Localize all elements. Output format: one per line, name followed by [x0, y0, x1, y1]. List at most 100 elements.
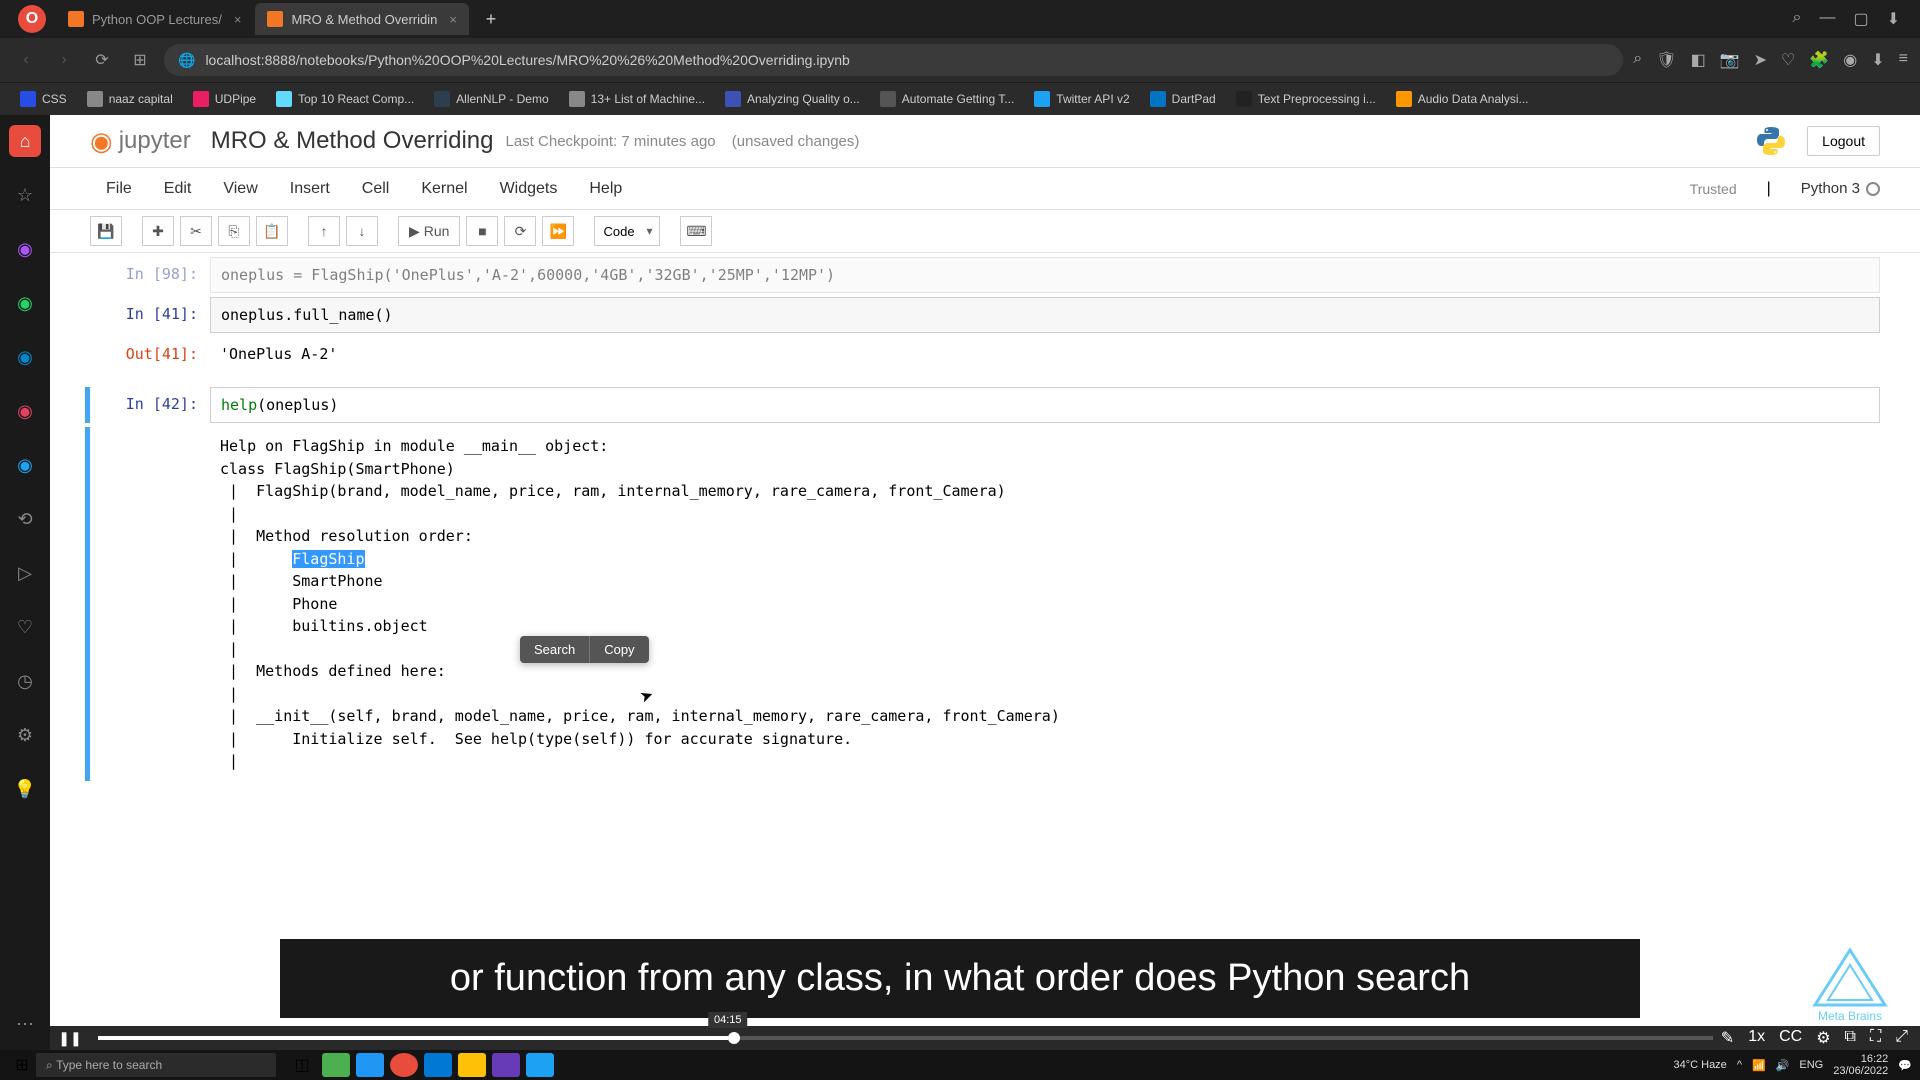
notebook-body[interactable]: In [98]: oneplus = FlagShip('OnePlus','A… — [50, 253, 1920, 1028]
start-button[interactable]: ⊞ — [8, 1053, 36, 1077]
app-icon[interactable] — [458, 1053, 486, 1077]
search-option[interactable]: Search — [520, 636, 590, 663]
more-icon[interactable]: ⋯ — [9, 1008, 41, 1040]
menu-insert[interactable]: Insert — [274, 172, 346, 206]
reload-button[interactable]: ⟳ — [88, 46, 116, 74]
bookmark-udpipe[interactable]: UDPipe — [185, 87, 264, 111]
taskbar-clock[interactable]: 16:22 23/06/2022 — [1833, 1053, 1888, 1077]
weather-widget[interactable]: 34°C Haze — [1673, 1059, 1726, 1071]
command-palette-button[interactable]: ⌨ — [680, 216, 712, 246]
add-cell-button[interactable]: ✚ — [142, 216, 174, 246]
back-button[interactable]: ‹ — [12, 46, 40, 74]
taskbar-search[interactable]: ⌕ Type here to search — [36, 1053, 276, 1077]
search-icon[interactable]: ⌕ — [1793, 9, 1802, 29]
cell-code[interactable]: help(oneplus) — [210, 387, 1880, 423]
language-icon[interactable]: ENG — [1799, 1059, 1823, 1071]
shield-icon[interactable]: 🛡 — [1656, 50, 1676, 70]
move-down-button[interactable]: ↓ — [346, 216, 378, 246]
bookmark-text-prep[interactable]: Text Preprocessing i... — [1228, 87, 1384, 111]
messenger-icon[interactable]: ◉ — [9, 233, 41, 265]
fullscreen-icon[interactable]: ⤢ — [1895, 1028, 1908, 1048]
mark-icon[interactable]: ✎ — [1721, 1028, 1734, 1048]
app-icon[interactable] — [322, 1053, 350, 1077]
download-icon[interactable]: ⬇ — [1871, 50, 1884, 70]
instagram-icon[interactable]: ◉ — [9, 395, 41, 427]
close-icon[interactable]: × — [234, 12, 242, 27]
bulb-icon[interactable]: 💡 — [9, 773, 41, 805]
pause-button[interactable]: ❚❚ — [50, 1026, 90, 1050]
menu-help[interactable]: Help — [573, 172, 638, 206]
menu-edit[interactable]: Edit — [148, 172, 208, 206]
bookmark-ml-list[interactable]: 13+ List of Machine... — [561, 87, 713, 111]
kernel-name[interactable]: Python 3 — [1801, 180, 1880, 197]
close-icon[interactable]: × — [449, 12, 457, 27]
menu-icon[interactable]: ≡ — [1899, 50, 1908, 70]
app-icon[interactable] — [356, 1053, 384, 1077]
logout-button[interactable]: Logout — [1807, 126, 1880, 156]
whatsapp-icon[interactable]: ◉ — [9, 287, 41, 319]
bookmark-css[interactable]: CSS — [12, 87, 75, 111]
play-icon[interactable]: ▷ — [9, 557, 41, 589]
cell-code[interactable]: oneplus = FlagShip('OnePlus','A-2',60000… — [210, 257, 1880, 293]
gear-icon[interactable]: ⚙ — [9, 719, 41, 751]
opera-icon[interactable]: O — [18, 5, 46, 33]
minimize-icon[interactable]: — — [1819, 9, 1835, 29]
app-icon[interactable] — [526, 1053, 554, 1077]
bookmark-allennlp[interactable]: AllenNLP - Demo — [426, 87, 556, 111]
cc-icon[interactable]: CC — [1779, 1028, 1802, 1048]
bookmark-automate[interactable]: Automate Getting T... — [872, 87, 1023, 111]
celltype-select[interactable]: Code — [594, 216, 660, 246]
menu-widgets[interactable]: Widgets — [484, 172, 574, 206]
tab-python-oop[interactable]: Python OOP Lectures/ × — [56, 3, 253, 35]
twitter-icon[interactable]: ◉ — [9, 449, 41, 481]
code-cell[interactable]: In [41]: oneplus.full_name() — [90, 297, 1880, 333]
save-button[interactable]: 💾 — [90, 216, 122, 246]
stop-button[interactable]: ■ — [466, 216, 498, 246]
camera-icon[interactable]: 📷 — [1720, 50, 1740, 70]
history-icon[interactable]: ⟲ — [9, 503, 41, 535]
bookmark-quality[interactable]: Analyzing Quality o... — [717, 87, 868, 111]
notebook-title[interactable]: MRO & Method Overriding — [211, 127, 494, 155]
gear-icon[interactable]: ⚙ — [1816, 1028, 1830, 1048]
paste-button[interactable]: 📋 — [256, 216, 288, 246]
bookmark-audio[interactable]: Audio Data Analysi... — [1388, 87, 1537, 111]
tab-mro[interactable]: MRO & Method Overridin × — [255, 3, 469, 35]
bookmark-dartpad[interactable]: DartPad — [1142, 87, 1224, 111]
1x-icon[interactable]: 1x — [1748, 1028, 1765, 1048]
cell-code[interactable]: oneplus.full_name() — [210, 297, 1880, 333]
code-cell-selected[interactable]: In [42]: help(oneplus) — [85, 387, 1880, 423]
new-tab-button[interactable]: + — [479, 9, 503, 30]
bookmark-react[interactable]: Top 10 React Comp... — [268, 87, 422, 111]
profile-icon[interactable]: ◉ — [1843, 50, 1857, 70]
menu-file[interactable]: File — [90, 172, 148, 206]
app-icon[interactable] — [390, 1053, 418, 1077]
url-field[interactable]: 🌐 localhost:8888/notebooks/Python%20OOP%… — [164, 44, 1623, 76]
maximize-icon[interactable]: ▢ — [1853, 9, 1868, 29]
notification-icon[interactable]: 💬 — [1898, 1059, 1912, 1072]
clock-icon[interactable]: ◷ — [9, 665, 41, 697]
run-button[interactable]: ▶ Run — [398, 216, 460, 246]
code-cell[interactable]: In [98]: oneplus = FlagShip('OnePlus','A… — [90, 257, 1880, 293]
telegram-icon[interactable]: ◉ — [9, 341, 41, 373]
restart-button[interactable]: ⟳ — [504, 216, 536, 246]
menu-view[interactable]: View — [207, 172, 273, 206]
copy-option[interactable]: Copy — [590, 636, 648, 663]
wifi-icon[interactable]: 📶 — [1752, 1059, 1766, 1072]
copy-button[interactable]: ⎘ — [218, 216, 250, 246]
app-icon[interactable] — [424, 1053, 452, 1077]
bookmark-naaz[interactable]: naaz capital — [79, 87, 181, 111]
pip-icon[interactable]: ⧉ — [1845, 1028, 1856, 1048]
task-view-icon[interactable]: ◫ — [288, 1053, 316, 1077]
app-icon[interactable] — [492, 1053, 520, 1077]
star-icon[interactable]: ☆ — [9, 179, 41, 211]
volume-icon[interactable]: 🔊 — [1776, 1059, 1790, 1072]
heart-icon[interactable]: ♡ — [9, 611, 41, 643]
download-icon[interactable]: ⬇ — [1887, 9, 1900, 29]
tray-icon[interactable]: ^ — [1737, 1059, 1742, 1071]
cube-icon[interactable]: ◧ — [1691, 50, 1706, 70]
search-icon[interactable]: ⌕ — [1633, 50, 1642, 70]
jupyter-logo[interactable]: ◉ jupyter — [90, 126, 191, 157]
heart-icon[interactable]: ♡ — [1781, 50, 1795, 70]
menu-kernel[interactable]: Kernel — [405, 172, 483, 206]
menu-cell[interactable]: Cell — [346, 172, 406, 206]
